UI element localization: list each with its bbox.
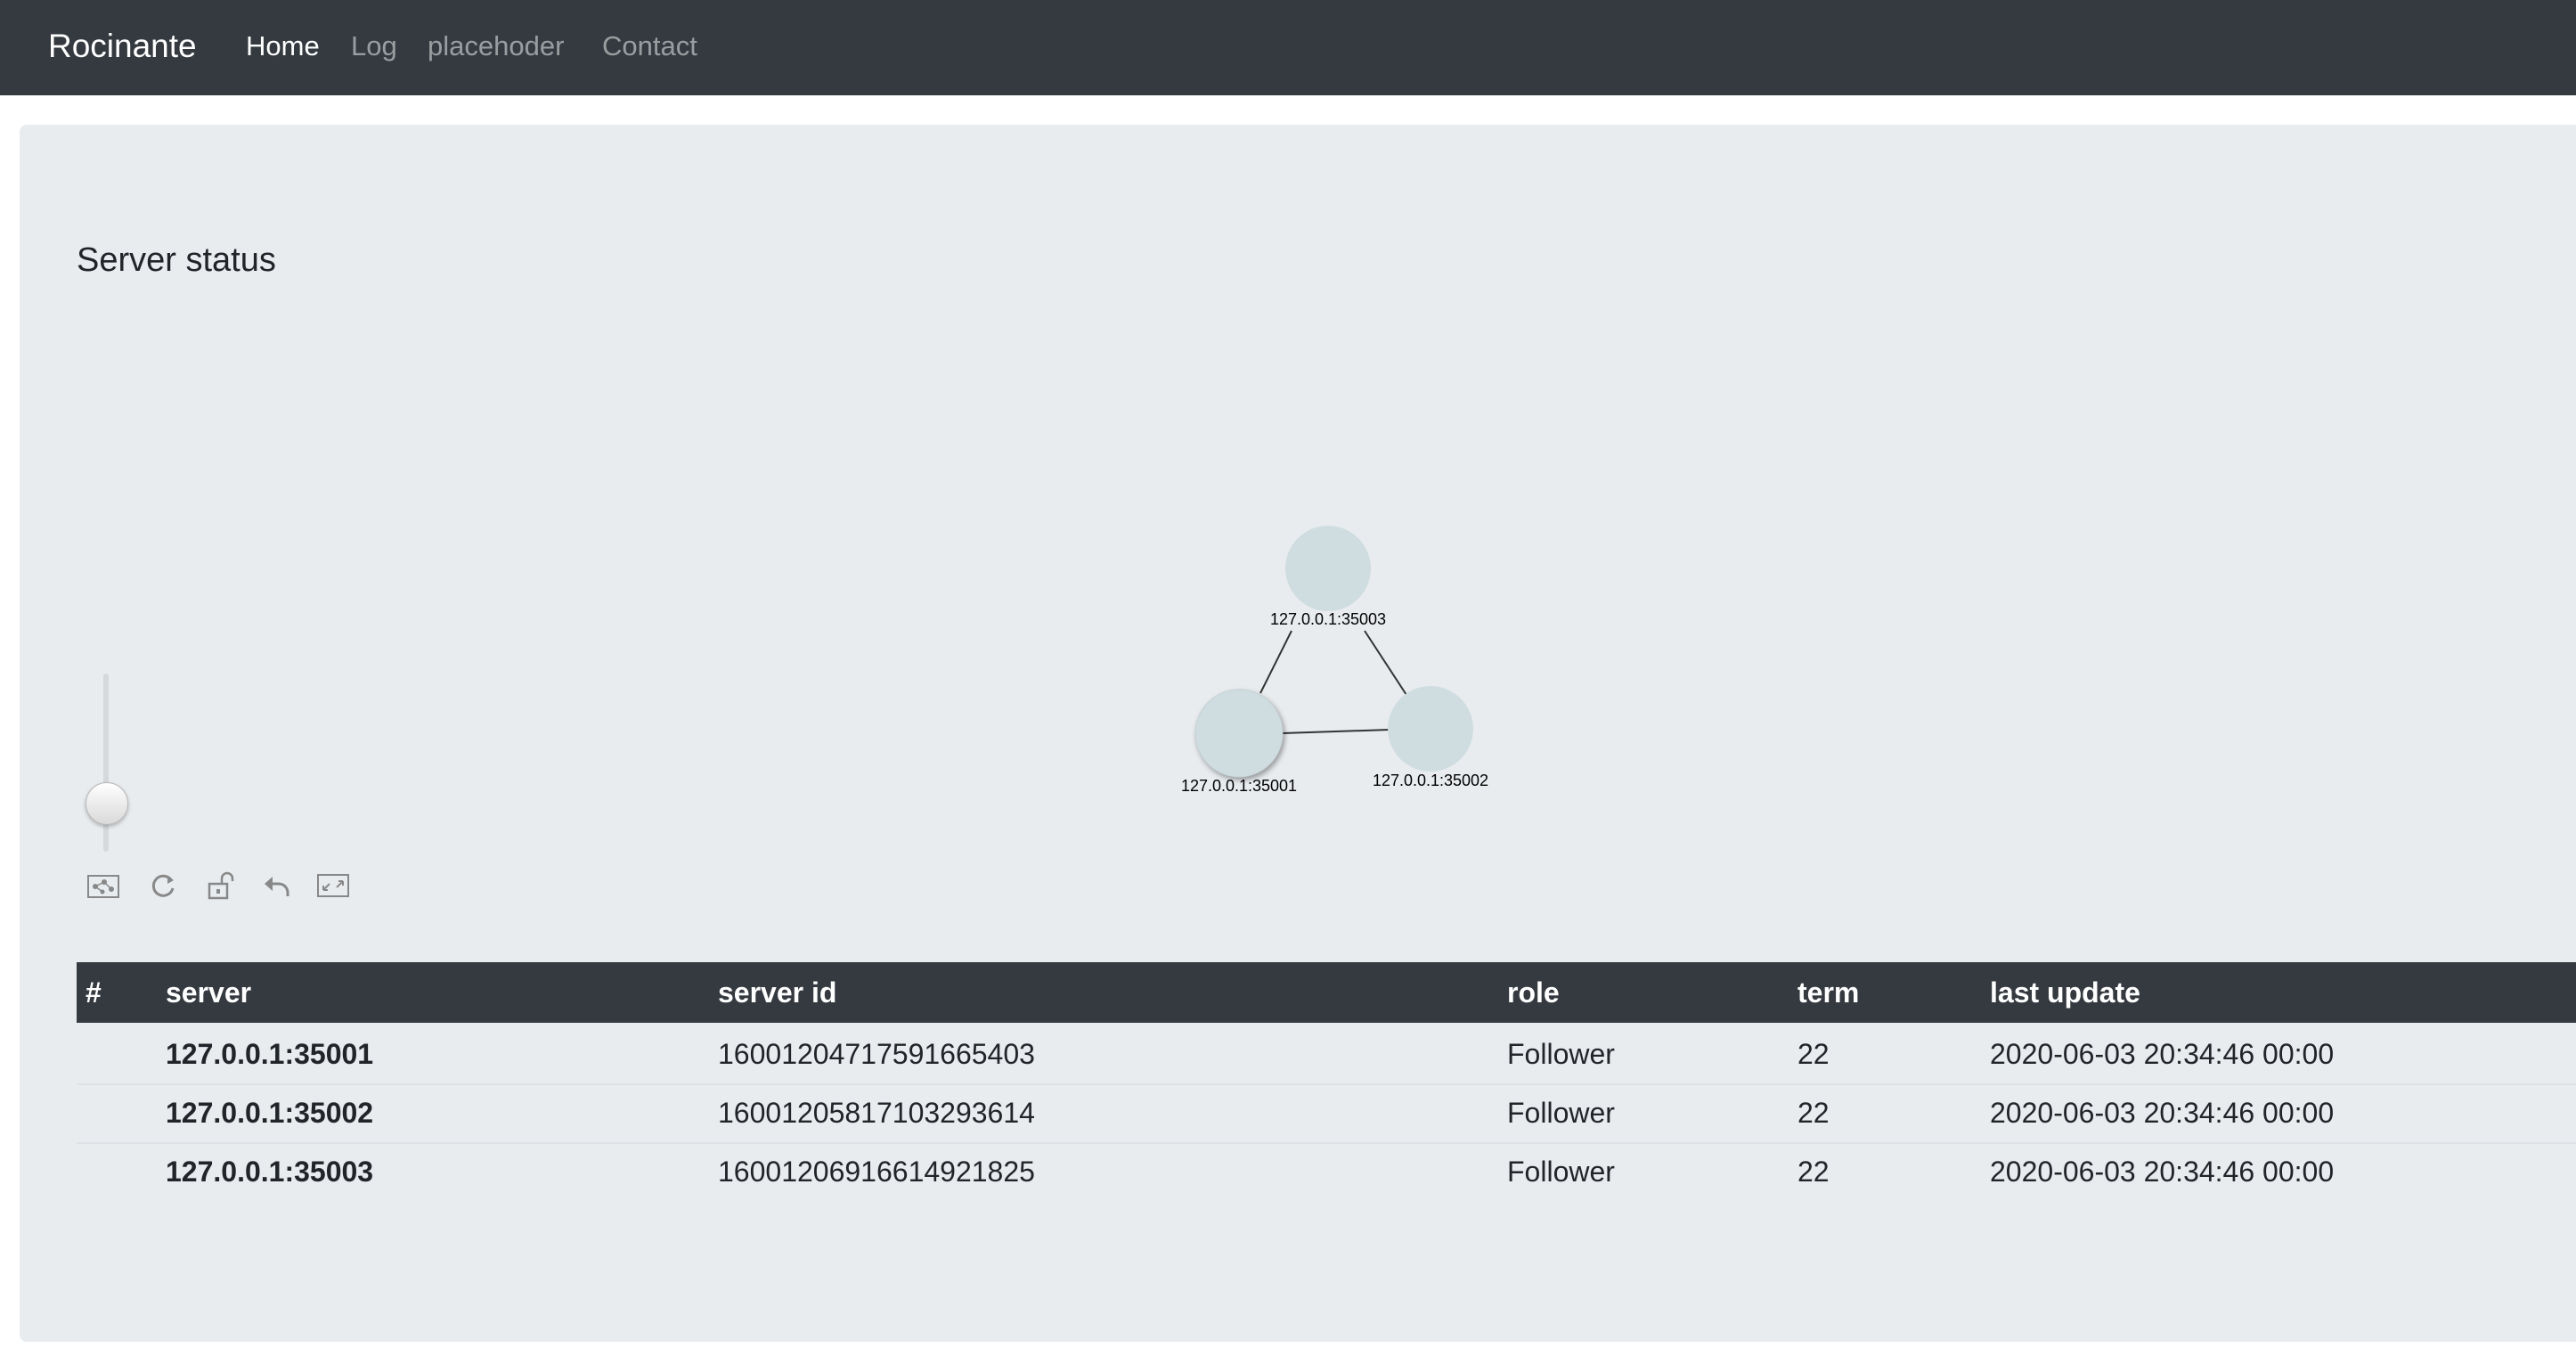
nav-link-contact[interactable]: Contact: [602, 28, 697, 65]
graph-edge: [1282, 729, 1390, 734]
page-title: Server status: [77, 241, 276, 279]
table-row[interactable]: 127.0.0.1:35002 16001205817103293614 Fol…: [77, 1083, 2576, 1144]
cell-last-update: 2020-06-03 20:34:46 00:00: [1990, 1156, 2335, 1188]
nav-link-home[interactable]: Home: [246, 28, 320, 65]
cell-role: Follower: [1507, 1097, 1615, 1129]
table-header-row: # server server id role term last update: [77, 962, 2576, 1023]
fullscreen-icon[interactable]: [314, 866, 353, 905]
top-navbar: Rocinante Home Log placehoder Contact: [0, 0, 2576, 95]
brand-logo[interactable]: Rocinante: [48, 24, 197, 69]
graph-edge: [1364, 630, 1407, 696]
column-header-server-id[interactable]: server id: [718, 962, 836, 1023]
cell-term: 22: [1797, 1156, 1830, 1188]
cell-server: 127.0.0.1:35003: [166, 1156, 374, 1188]
nav-link-placeholder[interactable]: placehoder: [428, 28, 564, 65]
column-header-role[interactable]: role: [1507, 962, 1560, 1023]
zoom-slider-track[interactable]: [103, 674, 109, 852]
unlock-icon[interactable]: [201, 866, 240, 905]
column-header-index: #: [86, 976, 102, 1009]
cell-server-id: 16001205817103293614: [718, 1097, 1035, 1129]
zoom-slider-handle[interactable]: [86, 782, 128, 825]
refresh-icon[interactable]: [143, 866, 183, 905]
graph-node-35003[interactable]: [1285, 526, 1371, 611]
cluster-graph[interactable]: 127.0.0.1:35003 127.0.0.1:35001 127.0.0.…: [1140, 499, 1550, 811]
cell-term: 22: [1797, 1097, 1830, 1129]
graph-node-label: 127.0.0.1:35002: [1372, 772, 1489, 789]
graph-node-label: 127.0.0.1:35001: [1180, 777, 1298, 795]
cell-last-update: 2020-06-03 20:34:46 00:00: [1990, 1097, 2335, 1129]
cell-last-update: 2020-06-03 20:34:46 00:00: [1990, 1038, 2335, 1070]
cell-server: 127.0.0.1:35002: [166, 1097, 374, 1129]
graph-node-35001[interactable]: [1194, 689, 1284, 778]
column-header-last-update[interactable]: last update: [1990, 962, 2140, 1023]
cell-server-id: 16001204717591665403: [718, 1038, 1035, 1070]
graph-node-35002[interactable]: [1388, 686, 1473, 772]
column-header-server[interactable]: server: [166, 962, 251, 1023]
graph-canvas[interactable]: [1140, 499, 1550, 811]
cell-role: Follower: [1507, 1156, 1615, 1188]
table-row[interactable]: 127.0.0.1:35001 16001204717591665403 Fol…: [77, 1025, 2576, 1085]
graph-edge: [1259, 630, 1292, 694]
nav-link-log[interactable]: Log: [351, 28, 397, 65]
fit-graph-icon[interactable]: [84, 866, 123, 905]
undo-icon[interactable]: [257, 866, 296, 905]
cell-server-id: 16001206916614921825: [718, 1156, 1035, 1188]
column-header-term[interactable]: term: [1797, 962, 1859, 1023]
table-row[interactable]: 127.0.0.1:35003 16001206916614921825 Fol…: [77, 1142, 2576, 1201]
graph-node-label: 127.0.0.1:35003: [1269, 610, 1387, 628]
cell-server: 127.0.0.1:35001: [166, 1038, 374, 1070]
cell-role: Follower: [1507, 1038, 1615, 1070]
cell-term: 22: [1797, 1038, 1830, 1070]
